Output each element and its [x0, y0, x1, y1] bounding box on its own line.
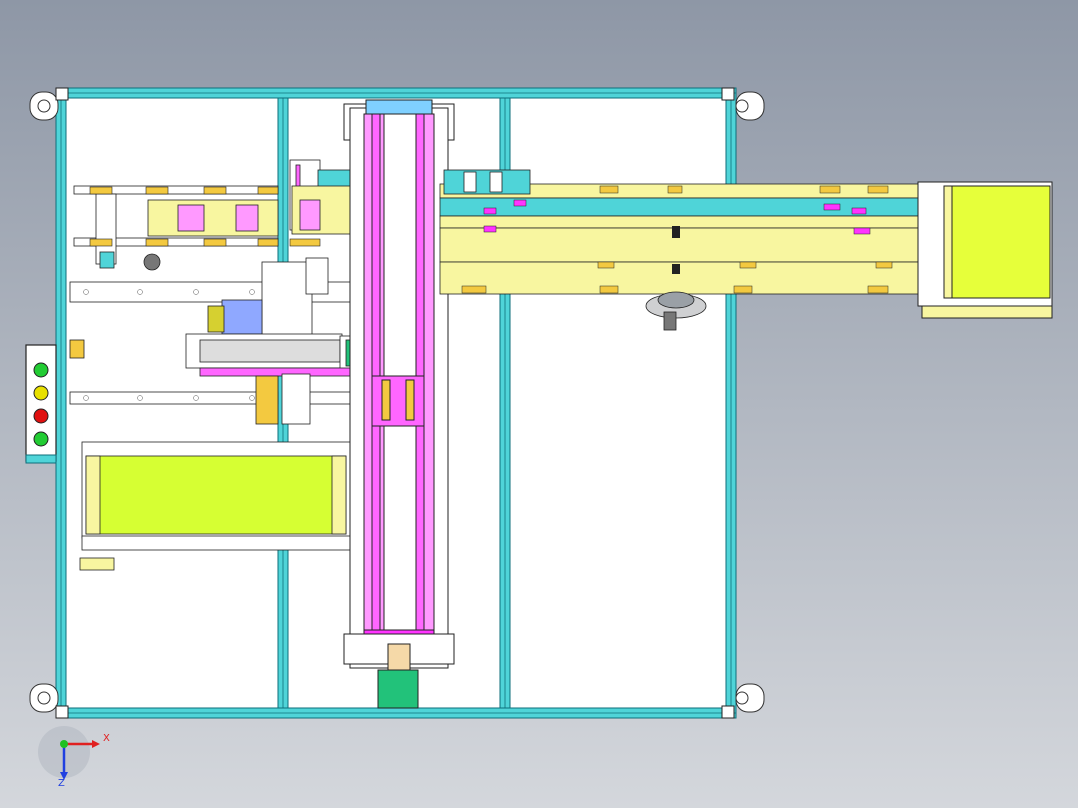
machine-drawing[interactable] [0, 0, 1078, 808]
sensor-post [672, 226, 680, 238]
signal-tower [25, 344, 57, 464]
signal-light-green [33, 431, 49, 447]
triad-x-label: X [103, 733, 110, 744]
signal-light-red [33, 408, 49, 424]
vertical-slide-module [343, 99, 455, 709]
triad-z-label: Z [58, 778, 65, 789]
signal-light-amber [33, 385, 49, 401]
signal-light-green [33, 362, 49, 378]
end-drive-unit [917, 181, 1053, 319]
cad-viewport[interactable]: X Z [0, 0, 1078, 808]
sensor-post [672, 264, 680, 274]
